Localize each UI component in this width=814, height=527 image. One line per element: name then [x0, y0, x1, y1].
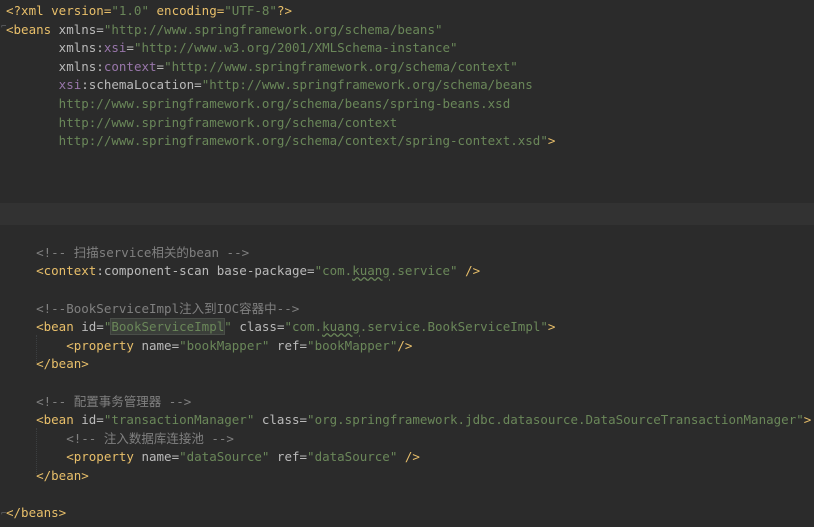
code-token: id= [73, 412, 104, 428]
code-token: http://www.springframework.org/schema/co… [6, 133, 548, 149]
code-token: <!-- 扫描service相关的bean --> [6, 244, 250, 260]
code-token: <context [6, 263, 97, 279]
code-token: xmlns= [51, 21, 104, 37]
code-token: <!-- 注入数据库连接池 --> [6, 430, 234, 446]
code-token: /> [457, 263, 481, 279]
code-token: :component-scan [96, 263, 210, 279]
code-line[interactable]: <bean id="transactionManager" class="org… [6, 411, 811, 430]
code-token: xsi [6, 77, 82, 93]
code-token: > [547, 133, 556, 149]
code-token: ref= [269, 337, 308, 353]
current-line-highlight [0, 203, 814, 225]
code-line[interactable]: <property name="dataSource" ref="dataSou… [6, 448, 420, 467]
code-token: kuang [352, 263, 390, 279]
code-token: "bookMapper" [179, 337, 270, 353]
code-line[interactable]: xmlns:xsi="http://www.w3.org/2001/XMLSch… [6, 39, 458, 58]
code-token: <property [6, 337, 134, 353]
code-token: xmlns: [6, 58, 104, 74]
code-line[interactable]: </bean> [6, 355, 89, 374]
code-line[interactable]: <beans xmlns="http://www.springframework… [6, 21, 443, 40]
code-token: id= [73, 319, 104, 335]
code-token: http://www.springframework.org/schema/co… [6, 114, 398, 130]
code-token: context [103, 58, 157, 74]
code-line[interactable]: </bean> [6, 467, 89, 486]
code-token: xmlns: [6, 40, 104, 56]
code-line[interactable]: <bean id="BookServiceImpl" class="com.ku… [6, 318, 555, 337]
code-token: kuang [322, 319, 360, 335]
code-token: BookServiceImpl [111, 319, 225, 335]
code-token: > [803, 412, 812, 428]
code-token: <!-- 配置事务管理器 --> [6, 393, 192, 409]
code-token: http://www.springframework.org/schema/be… [6, 96, 511, 111]
code-token: <bean [6, 319, 74, 335]
code-token: <!--BookServiceImpl注入到IOC容器中--> [6, 300, 300, 316]
code-line[interactable]: <!--BookServiceImpl注入到IOC容器中--> [6, 300, 299, 319]
code-token: <beans [6, 21, 52, 37]
code-token: <bean [6, 412, 74, 428]
code-line[interactable]: xsi:schemaLocation="http://www.springfra… [6, 76, 533, 95]
fold-marker-icon[interactable]: ⌐ [1, 505, 7, 524]
code-token: > [547, 319, 556, 335]
code-token: ref= [269, 449, 308, 465]
code-token: "http://www.springframework.org/schema/c… [164, 58, 518, 74]
code-token: class= [254, 412, 308, 428]
code-token: "1.0" [111, 3, 149, 18]
code-line[interactable]: <!-- 配置事务管理器 --> [6, 393, 191, 412]
code-line[interactable]: <!-- 扫描service相关的bean --> [6, 244, 249, 263]
code-line[interactable]: http://www.springframework.org/schema/co… [6, 114, 398, 133]
code-line[interactable]: <property name="bookMapper" ref="bookMap… [6, 337, 412, 356]
code-token: </bean> [6, 356, 89, 372]
code-line[interactable]: http://www.springframework.org/schema/co… [6, 132, 556, 151]
code-token: base-package= [209, 263, 315, 279]
code-token: "UTF-8" [224, 3, 277, 18]
code-token: :schemaLocation= [81, 77, 202, 93]
code-token: "dataSource" [179, 449, 270, 465]
code-token: "transactionManager" [103, 412, 255, 428]
code-token: class= [231, 319, 285, 335]
code-token: /> [397, 449, 420, 465]
code-token: "com. [314, 263, 353, 279]
code-line[interactable]: <context:component-scan base-package="co… [6, 262, 480, 281]
code-token: .service.BookServiceImpl" [359, 319, 548, 335]
code-line[interactable]: </beans> [6, 504, 66, 523]
code-line[interactable]: <!-- 注入数据库连接池 --> [6, 430, 234, 449]
code-token: "dataSource" [307, 449, 398, 465]
code-token: name= [133, 337, 180, 353]
code-token: "http://www.springframework.org/schema/b… [103, 21, 443, 37]
code-token: "http://www.springframework.org/schema/b… [201, 77, 533, 93]
code-token: <?xml version= [6, 3, 112, 18]
code-editor[interactable]: <?xml version="1.0" encoding="UTF-8"?> <b… [0, 0, 814, 527]
code-token: "org.springframework.jdbc.datasource.Dat… [307, 412, 804, 428]
fold-marker-icon[interactable]: ⌐ [1, 18, 7, 37]
code-token: "http://www.w3.org/2001/XMLSchema-instan… [133, 40, 458, 56]
code-token: = [156, 58, 165, 74]
code-token: " [224, 319, 232, 335]
code-token: </bean> [6, 468, 89, 483]
code-token: /> [397, 337, 413, 353]
code-token: "bookMapper" [307, 337, 398, 353]
code-token: name= [133, 449, 180, 465]
code-token: ?> [276, 3, 293, 18]
code-token: = [126, 40, 134, 56]
code-token: "com. [284, 319, 323, 335]
code-token: encoding= [149, 3, 225, 18]
code-token: </beans> [6, 505, 67, 521]
code-line[interactable]: <?xml version="1.0" encoding="UTF-8"?> [6, 2, 292, 21]
code-token: <property [6, 449, 134, 465]
code-token: .service" [389, 263, 458, 279]
code-line[interactable]: xmlns:context="http://www.springframewor… [6, 58, 518, 77]
code-token: xsi [103, 40, 127, 56]
code-line[interactable]: http://www.springframework.org/schema/be… [6, 95, 511, 114]
